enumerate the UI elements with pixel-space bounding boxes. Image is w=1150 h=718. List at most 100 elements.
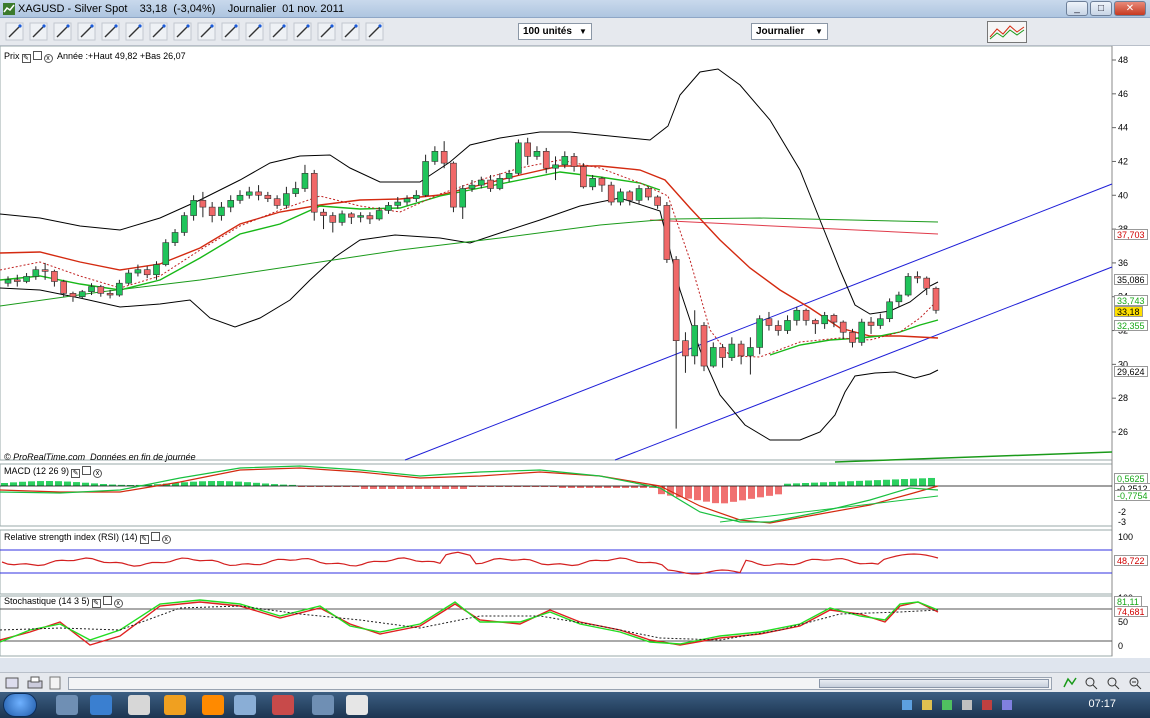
chart-svg: 4846444240383634323028260-1-2-3100100500… xyxy=(0,46,1150,657)
macd-bar xyxy=(208,481,215,486)
candle-body xyxy=(190,200,197,216)
candle-body xyxy=(793,309,801,321)
vlc-icon[interactable] xyxy=(202,695,224,715)
candle-body xyxy=(125,272,132,284)
macd-bar xyxy=(460,486,467,489)
indicator-chart-icon[interactable] xyxy=(987,21,1027,43)
wrench-icon[interactable]: ✎ xyxy=(71,469,81,478)
macd-bar xyxy=(253,482,260,486)
candle-body xyxy=(542,151,550,169)
candle-body xyxy=(329,215,337,223)
macd-bar xyxy=(244,482,251,486)
prorealtime-icon[interactable] xyxy=(346,695,368,715)
candle-body xyxy=(41,269,49,272)
app-icon[interactable] xyxy=(234,695,256,715)
pointer-tool-icon[interactable] xyxy=(5,22,24,41)
trendline-tool-icon[interactable] xyxy=(125,22,144,41)
title-bar: XAGUSD - Silver Spot 33,18 (-3,04%) Jour… xyxy=(0,0,1150,18)
folder-icon[interactable] xyxy=(128,695,150,715)
wrench-icon[interactable]: ✎ xyxy=(139,535,149,544)
candle-body xyxy=(626,191,634,201)
candle-body xyxy=(737,343,745,357)
app-icon[interactable] xyxy=(272,695,294,715)
scroll-thumb[interactable] xyxy=(819,679,1049,688)
channel-tool-icon[interactable] xyxy=(341,22,360,41)
magnet-tool-icon[interactable] xyxy=(269,22,288,41)
indicator-tool-icon[interactable] xyxy=(293,22,312,41)
macd-bar xyxy=(811,482,818,486)
candle-body xyxy=(552,164,559,169)
ie-icon[interactable] xyxy=(90,695,112,715)
window-icon[interactable] xyxy=(82,466,92,475)
price-value-tag: 33,743 xyxy=(1114,295,1148,306)
period-select[interactable]: Journalier ▼ xyxy=(751,23,828,40)
explorer-icon[interactable] xyxy=(56,695,78,715)
start-button[interactable] xyxy=(3,693,37,717)
macd-bar xyxy=(370,486,377,489)
candle-body xyxy=(357,215,364,218)
polygon-tool-icon[interactable] xyxy=(365,22,384,41)
trash-tool-icon[interactable] xyxy=(245,22,264,41)
candle-body xyxy=(561,156,569,166)
macd-bar xyxy=(46,481,53,486)
units-select[interactable]: 100 unités ▼ xyxy=(518,23,592,40)
rect-tool-icon[interactable] xyxy=(317,22,336,41)
macd-bar xyxy=(865,480,872,486)
close-icon[interactable]: x xyxy=(93,469,103,478)
print-icon[interactable] xyxy=(4,675,64,691)
price-tick-label: 46 xyxy=(1118,89,1128,99)
candle-body xyxy=(468,184,476,189)
candle-body xyxy=(181,215,188,233)
macd-bar xyxy=(1,483,8,486)
minimize-button[interactable]: _ xyxy=(1066,1,1088,16)
candle-body xyxy=(728,343,736,358)
macd-bar xyxy=(28,481,35,486)
close-icon[interactable]: x xyxy=(161,535,171,544)
candle-body xyxy=(747,347,754,357)
candle-body xyxy=(394,201,402,206)
maximize-button[interactable]: □ xyxy=(1090,1,1112,16)
stoch-tick-label: 0 xyxy=(1118,641,1123,651)
window-icon[interactable] xyxy=(150,532,160,541)
window-icon[interactable] xyxy=(32,51,42,60)
candle-body xyxy=(208,206,216,216)
macd-bar xyxy=(847,481,854,486)
close-icon[interactable]: x xyxy=(43,54,53,63)
text-tool-icon[interactable] xyxy=(149,22,168,41)
macd-bar xyxy=(424,486,431,489)
zoom-controls[interactable] xyxy=(1060,675,1148,691)
macd-bar xyxy=(379,486,386,489)
hammer-tool-icon[interactable] xyxy=(197,22,216,41)
chart-area[interactable]: 4846444240383634323028260-1-2-3100100500… xyxy=(0,46,1150,658)
window-icon[interactable] xyxy=(102,596,112,605)
wrench-icon[interactable]: ✎ xyxy=(21,54,31,63)
macd-bar xyxy=(10,482,17,486)
candle-body xyxy=(440,151,448,164)
wrench-icon[interactable]: ✎ xyxy=(91,599,101,608)
macd-bar xyxy=(388,486,395,489)
candle-body xyxy=(663,205,671,260)
fibonacci-tool-icon[interactable] xyxy=(173,22,192,41)
app-icon xyxy=(3,3,15,15)
arrow-tool-icon[interactable] xyxy=(77,22,96,41)
horizontal-scrollbar[interactable] xyxy=(68,677,1052,690)
close-icon[interactable]: x xyxy=(113,599,123,608)
gann-tool-icon[interactable] xyxy=(221,22,240,41)
rsi-tick-label: 100 xyxy=(1118,532,1133,542)
close-button[interactable]: ✕ xyxy=(1114,1,1146,16)
hline-tool-icon[interactable] xyxy=(101,22,120,41)
macd-bar xyxy=(415,486,422,489)
candle-body xyxy=(292,188,299,194)
zoom-tool-icon[interactable] xyxy=(53,22,72,41)
candle-body xyxy=(524,142,531,157)
line-tool-icon[interactable] xyxy=(29,22,48,41)
candle-body xyxy=(171,232,179,243)
macd-bar xyxy=(433,486,440,489)
candle-body xyxy=(496,178,504,189)
candle-body xyxy=(802,309,810,321)
candle-body xyxy=(682,340,689,357)
macd-bar xyxy=(919,478,926,486)
skype-icon[interactable] xyxy=(312,695,334,715)
media-icon[interactable] xyxy=(164,695,186,715)
macd-bar xyxy=(37,481,44,486)
